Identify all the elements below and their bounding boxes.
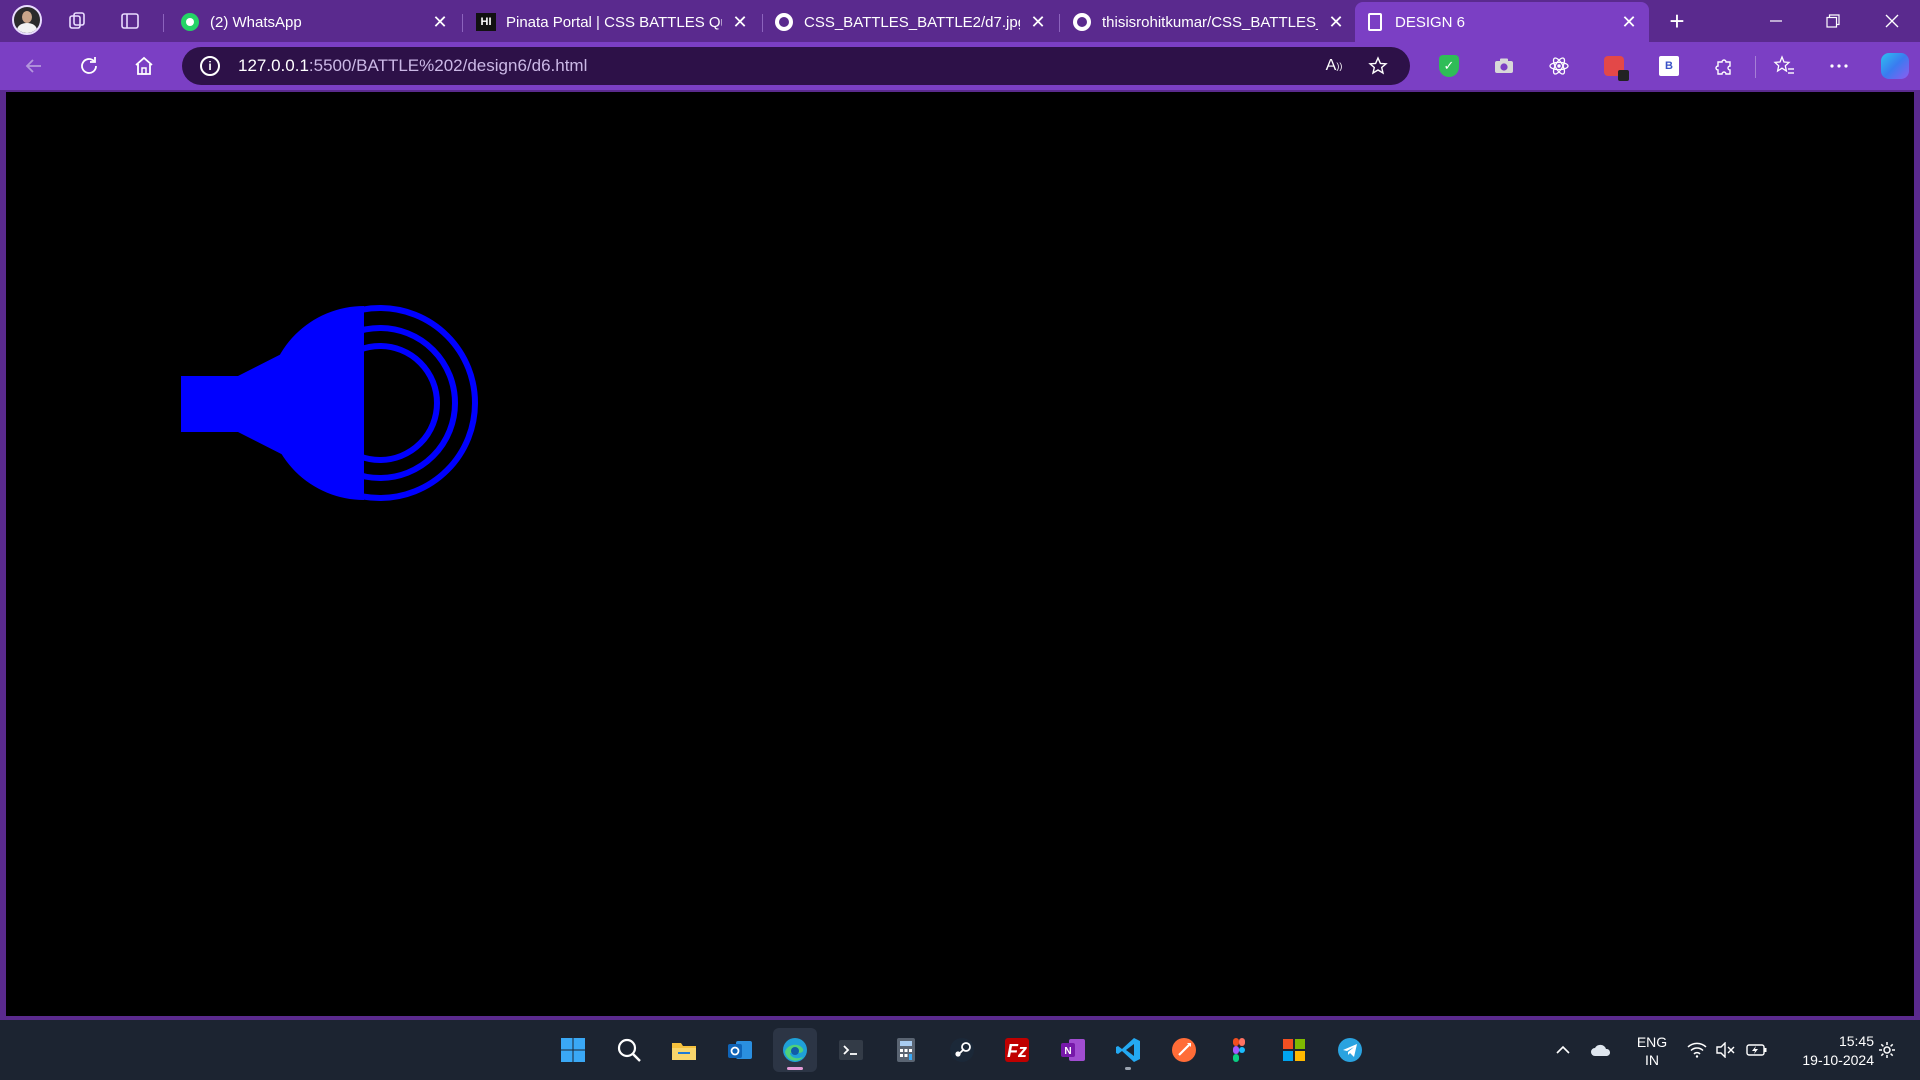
language-indicator[interactable]: ENG IN: [1632, 1033, 1672, 1069]
tab-separator: [163, 14, 164, 32]
copilot-icon[interactable]: [1879, 52, 1911, 80]
file-explorer-icon[interactable]: [662, 1028, 706, 1072]
terminal-icon[interactable]: [829, 1028, 873, 1072]
design-artwork: [181, 305, 478, 501]
new-tab-button[interactable]: +: [1660, 4, 1694, 38]
title-bar: (2) WhatsApp ✕ HI Pinata Portal | CSS BA…: [0, 0, 1920, 42]
read-aloud-icon[interactable]: A)): [1322, 54, 1346, 78]
close-tab-icon[interactable]: ✕: [1619, 12, 1639, 32]
refresh-icon[interactable]: [72, 49, 106, 83]
github-icon: [1072, 12, 1092, 32]
site-info-icon[interactable]: i: [200, 56, 220, 76]
search-icon[interactable]: [607, 1028, 651, 1072]
close-tab-icon[interactable]: ✕: [730, 12, 750, 32]
tab-title: thisisrohitkumar/CSS_BATTLES_IE: [1102, 13, 1318, 31]
filezilla-icon[interactable]: Fz: [995, 1028, 1039, 1072]
tab-whatsapp[interactable]: (2) WhatsApp ✕: [170, 6, 460, 38]
document-icon: [1365, 12, 1385, 32]
postman-icon[interactable]: [1162, 1028, 1206, 1072]
system-clock[interactable]: 15:45 19-10-2024: [1780, 1032, 1874, 1070]
tab-github-d7[interactable]: CSS_BATTLES_BATTLE2/d7.jpg at m ✕: [764, 6, 1058, 38]
close-tab-icon[interactable]: ✕: [1326, 12, 1346, 32]
clock-time: 15:45: [1838, 1033, 1874, 1049]
extension-b-icon[interactable]: B: [1655, 52, 1683, 80]
vertical-tabs-icon[interactable]: [113, 4, 147, 38]
tab-pinata-portal[interactable]: HI Pinata Portal | CSS BATTLES Quest ✕: [466, 6, 760, 38]
react-devtools-icon[interactable]: [1545, 52, 1573, 80]
close-tab-icon[interactable]: ✕: [1028, 12, 1048, 32]
volume-muted-icon[interactable]: [1712, 1020, 1738, 1080]
favorites-icon[interactable]: [1770, 52, 1798, 80]
windows-taskbar: Fz N ENG IN 15:45 19-10-2024: [0, 1020, 1920, 1080]
back-arrow-icon[interactable]: [17, 49, 51, 83]
hn-icon: HI: [476, 12, 496, 32]
home-icon[interactable]: [127, 49, 161, 83]
telegram-icon[interactable]: [1328, 1028, 1372, 1072]
tab-title: (2) WhatsApp: [210, 13, 302, 31]
profile-avatar[interactable]: [12, 5, 42, 35]
svg-text:N: N: [1064, 1046, 1071, 1057]
tab-separator: [462, 14, 463, 32]
url-path: :5500/BATTLE%202/design6/d6.html: [308, 56, 588, 75]
tab-separator: [762, 14, 763, 32]
microsoft-store-icon[interactable]: [1272, 1028, 1316, 1072]
edge-icon[interactable]: [773, 1028, 817, 1072]
workspaces-icon[interactable]: [60, 4, 94, 38]
language-region: IN: [1645, 1052, 1659, 1068]
active-indicator: [787, 1067, 803, 1070]
toolbar-divider: [1755, 56, 1756, 78]
close-tab-icon[interactable]: ✕: [430, 12, 450, 32]
minimize-icon[interactable]: [1748, 0, 1804, 42]
extensions-puzzle-icon[interactable]: [1710, 52, 1738, 80]
running-indicator: [1125, 1067, 1131, 1070]
calculator-icon[interactable]: [884, 1028, 928, 1072]
favorite-star-icon[interactable]: [1366, 54, 1390, 78]
clock-date: 19-10-2024: [1802, 1052, 1874, 1068]
megaphone-handle: [181, 376, 241, 432]
tab-github-repo[interactable]: thisisrohitkumar/CSS_BATTLES_IE ✕: [1062, 6, 1356, 38]
extension-red-icon[interactable]: [1600, 52, 1629, 81]
tab-separator: [1059, 14, 1060, 32]
vscode-icon[interactable]: [1106, 1028, 1150, 1072]
outlook-icon[interactable]: [718, 1028, 762, 1072]
notification-settings-icon[interactable]: [1872, 1020, 1902, 1080]
address-bar[interactable]: i 127.0.0.1:5500/BATTLE%202/design6/d6.h…: [182, 47, 1410, 85]
svg-text:Fz: Fz: [1007, 1041, 1027, 1061]
whatsapp-icon: [180, 12, 200, 32]
restore-icon[interactable]: [1805, 0, 1861, 42]
address-url[interactable]: 127.0.0.1:5500/BATTLE%202/design6/d6.htm…: [238, 56, 587, 76]
browser-toolbar: i 127.0.0.1:5500/BATTLE%202/design6/d6.h…: [0, 42, 1920, 90]
screenshot-camera-icon[interactable]: [1490, 52, 1518, 80]
tab-title: Pinata Portal | CSS BATTLES Quest: [506, 13, 722, 31]
onenote-icon[interactable]: N: [1051, 1028, 1095, 1072]
show-hidden-icons-chevron-icon[interactable]: [1550, 1020, 1576, 1080]
windows-start-icon[interactable]: [551, 1028, 595, 1072]
page-viewport: [6, 92, 1914, 1016]
steam-icon[interactable]: [940, 1028, 984, 1072]
adblock-shield-icon[interactable]: ✓: [1435, 52, 1463, 80]
tab-title: CSS_BATTLES_BATTLE2/d7.jpg at m: [804, 13, 1020, 31]
wifi-icon[interactable]: [1684, 1020, 1710, 1080]
onedrive-cloud-icon[interactable]: [1586, 1020, 1616, 1080]
figma-icon[interactable]: [1217, 1028, 1261, 1072]
language-code: ENG: [1636, 1034, 1668, 1050]
close-window-icon[interactable]: [1864, 0, 1920, 42]
github-icon: [774, 12, 794, 32]
battery-charging-icon[interactable]: [1742, 1020, 1772, 1080]
tab-design-6[interactable]: DESIGN 6 ✕: [1355, 2, 1649, 42]
more-menu-icon[interactable]: [1825, 52, 1853, 80]
url-host: 127.0.0.1: [238, 56, 309, 75]
tab-title: DESIGN 6: [1395, 13, 1466, 31]
